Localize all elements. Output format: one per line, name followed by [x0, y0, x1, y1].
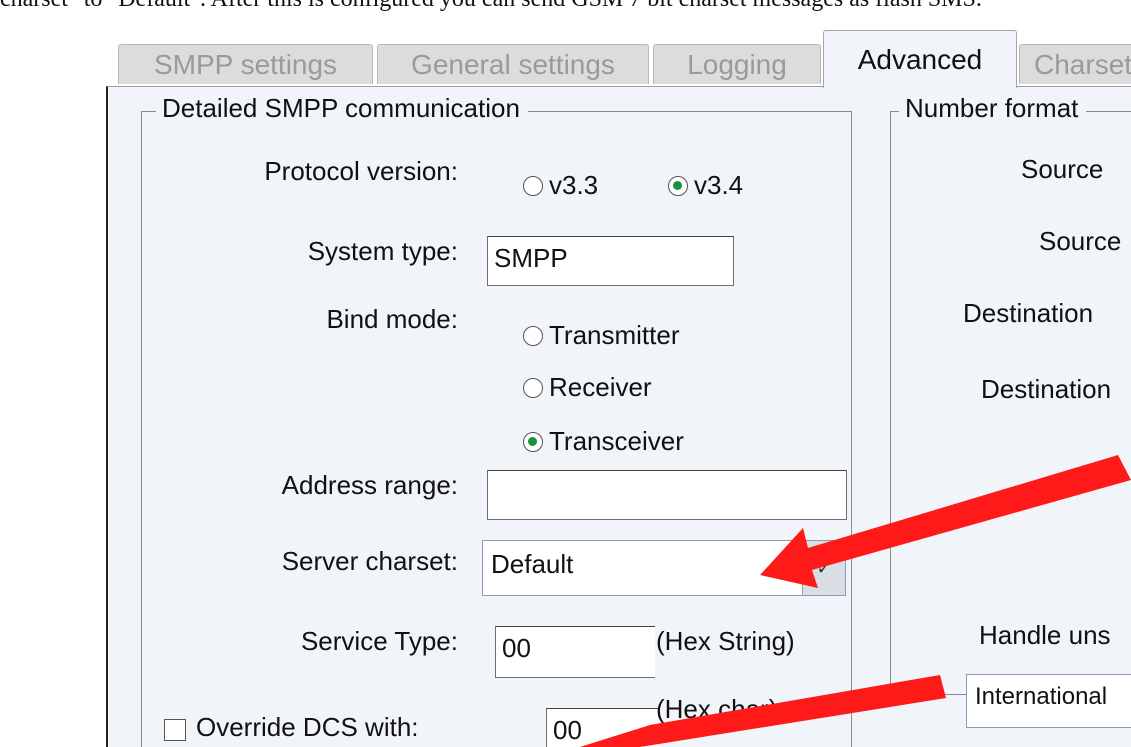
destination-ton-label: Destination: [963, 298, 1094, 328]
source-ton-label: Source: [1021, 154, 1104, 184]
protocol-v34-radio[interactable]: v3.4: [668, 170, 743, 201]
protocol-v34-label: v3.4: [694, 170, 744, 200]
radio-checked-icon: [523, 431, 543, 452]
smpp-communication-group: Detailed SMPP communication Protocol ver…: [141, 93, 852, 747]
protocol-v33-label: v3.3: [549, 170, 599, 200]
override-dcs-checkbox[interactable]: [164, 719, 186, 741]
system-type-input[interactable]: SMPP: [487, 236, 734, 286]
service-type-label: Service Type:: [300, 626, 458, 656]
tab-logging[interactable]: Logging: [653, 44, 821, 84]
advanced-tab-panel: Detailed SMPP communication Protocol ver…: [106, 86, 1131, 747]
bind-receiver-radio[interactable]: Receiver: [523, 372, 652, 403]
bind-transceiver-radio[interactable]: Transceiver: [523, 426, 684, 457]
handle-unsupported-select[interactable]: International: [966, 674, 1131, 728]
service-type-input[interactable]: 00: [495, 626, 655, 678]
protocol-v33-radio[interactable]: v3.3: [523, 170, 598, 201]
override-dcs-hint: (Hex char): [656, 694, 778, 724]
system-type-label: System type:: [307, 236, 458, 266]
bind-transmitter-label: Transmitter: [549, 320, 680, 350]
radio-unchecked-icon: [523, 175, 543, 196]
server-charset-select[interactable]: Default ✓: [482, 540, 846, 596]
address-range-input[interactable]: [487, 470, 847, 520]
chevron-down-icon[interactable]: ✓: [802, 541, 845, 595]
handle-unsupported-label: Handle uns: [979, 620, 1111, 650]
bind-mode-label: Bind mode:: [326, 304, 458, 334]
bind-transceiver-label: Transceiver: [549, 426, 684, 456]
smpp-group-title: Detailed SMPP communication: [156, 93, 528, 124]
server-charset-label: Server charset:: [281, 546, 458, 576]
tab-general-settings[interactable]: General settings: [377, 44, 649, 84]
destination-npi-label: Destination: [981, 374, 1112, 404]
tab-strip: SMPP settings General settings Logging A…: [0, 0, 1131, 92]
override-dcs-label: Override DCS with:: [196, 712, 419, 742]
source-npi-label: Source: [1039, 226, 1122, 256]
bind-receiver-label: Receiver: [549, 372, 652, 402]
server-charset-value: Default: [491, 549, 574, 579]
number-format-group: Number format Source Source Destination …: [890, 93, 1131, 728]
tab-smpp-settings[interactable]: SMPP settings: [118, 44, 373, 84]
tab-charset[interactable]: Charset: [1019, 44, 1131, 84]
screenshot: charset" to "Default". After this is con…: [0, 0, 1131, 747]
number-format-title: Number format: [899, 93, 1087, 124]
radio-checked-icon: [668, 175, 688, 196]
bind-transmitter-radio[interactable]: Transmitter: [523, 320, 680, 351]
override-dcs-input[interactable]: 00: [546, 708, 658, 747]
radio-unchecked-icon: [523, 325, 543, 346]
service-type-hint: (Hex String): [656, 626, 795, 656]
protocol-version-label: Protocol version:: [264, 156, 458, 186]
radio-unchecked-icon: [523, 377, 543, 398]
handle-unsupported-value: International: [975, 683, 1108, 710]
address-range-label: Address range:: [281, 470, 458, 500]
tab-advanced[interactable]: Advanced: [823, 30, 1017, 88]
